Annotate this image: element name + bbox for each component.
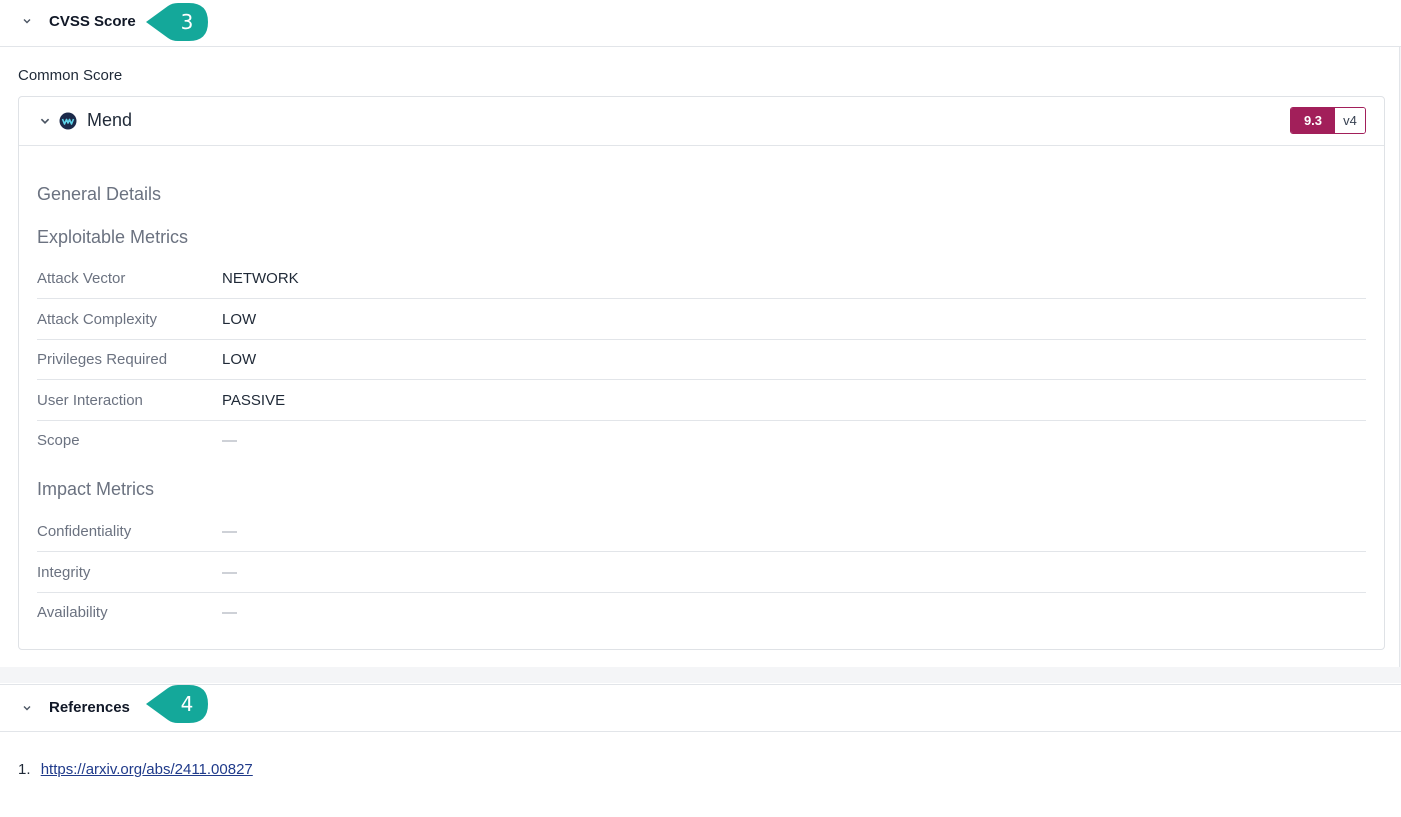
metric-row: Attack Vector NETWORK [37, 258, 1366, 299]
cvss-section-header[interactable]: CVSS Score 3 [0, 0, 1401, 47]
metric-value: — [222, 563, 237, 581]
cvss-section-title: CVSS Score [49, 13, 136, 30]
step-number: 4 [180, 692, 194, 716]
metric-value: LOW [222, 310, 257, 328]
step-callout-4: 4 [146, 685, 208, 723]
metric-row: Integrity — [37, 552, 1366, 593]
step-callout-3: 3 [146, 3, 208, 41]
metric-value: PASSIVE [222, 391, 286, 409]
references-section-header[interactable]: References 4 [0, 684, 1401, 732]
reference-link[interactable]: https://arxiv.org/abs/2411.00827 [41, 761, 253, 778]
references-list: 1. https://arxiv.org/abs/2411.00827 [18, 761, 253, 778]
metric-label: Attack Complexity [37, 310, 158, 328]
metric-label: Attack Vector [37, 269, 126, 287]
chevron-down-icon[interactable] [20, 14, 34, 28]
metric-value: — [222, 431, 237, 449]
metric-label: User Interaction [37, 391, 143, 409]
provider-score-card: Mend 9.3 v4 General Details Exploitable … [18, 96, 1385, 650]
metric-row: Confidentiality — [37, 511, 1366, 552]
common-score-label: Common Score [18, 67, 123, 84]
metric-value: — [222, 522, 237, 540]
metric-row: Privileges Required LOW [37, 339, 1366, 380]
metric-label: Integrity [37, 563, 91, 581]
provider-card-header[interactable]: Mend 9.3 v4 [19, 97, 1384, 146]
chevron-down-icon[interactable] [39, 114, 51, 126]
chevron-down-icon[interactable] [20, 701, 34, 715]
score-version: v4 [1335, 108, 1365, 133]
cvss-section-body: Common Score Mend 9.3 v4 General Details… [0, 47, 1400, 667]
step-number: 3 [180, 10, 194, 34]
metric-value: — [222, 603, 237, 621]
references-section-title: References [49, 699, 130, 716]
provider-name: Mend [87, 110, 133, 130]
metric-value: NETWORK [222, 269, 299, 287]
metric-row: User Interaction PASSIVE [37, 380, 1366, 421]
general-details-title: General Details [37, 184, 162, 204]
exploitable-metrics-title: Exploitable Metrics [37, 227, 189, 247]
score-badge: 9.3 v4 [1290, 107, 1366, 134]
metric-row: Availability — [37, 592, 1366, 632]
metric-row: Attack Complexity LOW [37, 299, 1366, 340]
metric-label: Privileges Required [37, 350, 168, 368]
metric-value: LOW [222, 350, 257, 368]
score-value: 9.3 [1291, 108, 1335, 133]
metric-row: Scope — [37, 420, 1366, 460]
metric-label: Confidentiality [37, 522, 132, 540]
impact-metrics-title: Impact Metrics [37, 479, 155, 499]
metric-label: Scope [37, 431, 80, 449]
mend-logo-icon [59, 112, 77, 130]
reference-index: 1. [18, 761, 31, 778]
metric-label: Availability [37, 603, 108, 621]
